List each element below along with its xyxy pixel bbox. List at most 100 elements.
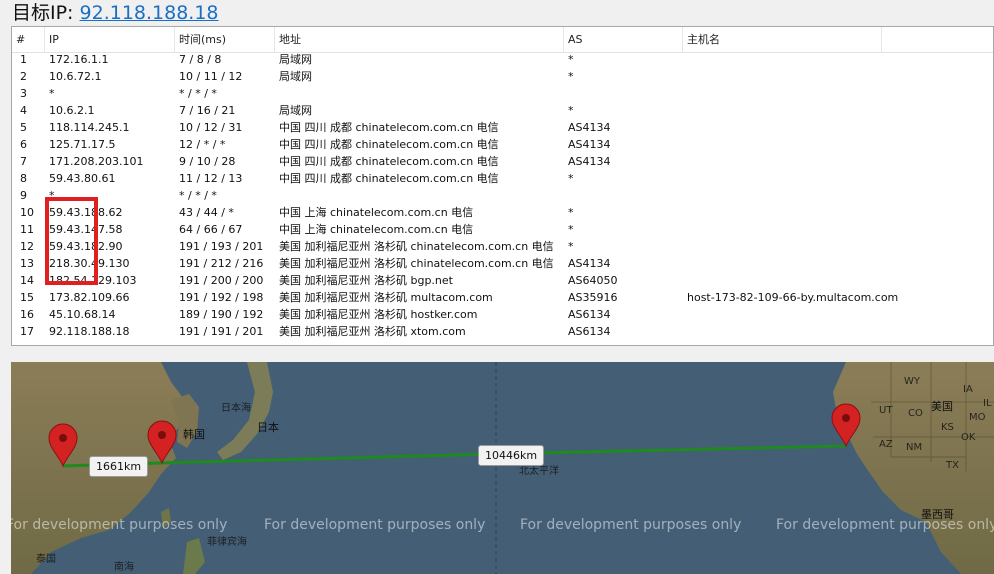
cell-time: 191 / 191 / 201 <box>179 325 264 338</box>
cell-ip: 171.208.203.101 <box>49 155 144 168</box>
cell-index: 2 <box>20 70 27 83</box>
cell-as: * <box>568 53 574 66</box>
table-row[interactable]: 14 182.54.129.103 191 / 200 / 200 美国 加利福尼亚州… <box>12 272 993 289</box>
cell-time: * / * / * <box>179 189 217 202</box>
cell-time: 11 / 12 / 13 <box>179 172 243 185</box>
watermark: For development purposes only <box>11 517 228 533</box>
cell-ip: 59.43.188.62 <box>49 206 123 219</box>
table-row[interactable]: 10 59.43.188.62 43 / 44 / * 中国 上海 chinatele… <box>12 204 993 221</box>
cell-address: 局域网 <box>279 53 312 66</box>
cell-address: 美国 加利福尼亚州 洛杉矶 chinatelecom.com.cn 电信 <box>279 257 554 270</box>
map-label-korea: 韩国 <box>183 428 205 441</box>
cell-ip: 10.6.2.1 <box>49 104 95 117</box>
distance-label-1: 1661km <box>89 456 149 477</box>
table-row[interactable]: 12 59.43.182.90 191 / 193 / 201 美国 加利福尼亚州 洛… <box>12 238 993 255</box>
cell-index: 4 <box>20 104 27 117</box>
cell-address: 中国 四川 成都 chinatelecom.com.cn 电信 <box>279 155 499 168</box>
cell-time: 189 / 190 / 192 <box>179 308 264 321</box>
map-label-state-il: IL <box>983 398 992 409</box>
cell-ip: 172.16.1.1 <box>49 53 109 66</box>
map-label-sea-of-japan: 日本海 <box>221 403 251 414</box>
table-row[interactable]: 5 118.114.245.1 10 / 12 / 31 中国 四川 成都 china… <box>12 119 993 136</box>
table-row[interactable]: 4 10.6.2.1 7 / 16 / 21 局域网 * <box>12 102 993 119</box>
cell-index: 7 <box>20 155 27 168</box>
cell-hostname: host-173-82-109-66-by.multacom.com <box>687 291 899 304</box>
cell-address: 中国 四川 成都 chinatelecom.com.cn 电信 <box>279 138 499 151</box>
table-row[interactable]: 16 45.10.68.14 189 / 190 / 192 美国 加利福尼亚州 洛杉… <box>12 306 993 323</box>
target-ip-link[interactable]: 92.118.188.18 <box>80 2 219 24</box>
column-header-address[interactable]: 地址 <box>275 27 564 52</box>
route-map[interactable]: 韩国 日本 日本海 北太平洋 美国 墨西哥 泰国 南海 菲律宾海 WY UT C… <box>11 362 994 574</box>
cell-ip: * <box>49 189 55 202</box>
cell-address: 美国 加利福尼亚州 洛杉矶 bgp.net <box>279 274 453 287</box>
cell-as: AS4134 <box>568 121 611 134</box>
table-row[interactable]: 11 59.43.147.58 64 / 66 / 67 中国 上海 chinatel… <box>12 221 993 238</box>
cell-index: 12 <box>20 240 34 253</box>
cell-address: 局域网 <box>279 104 312 117</box>
cell-index: 1 <box>20 53 27 66</box>
cell-ip: 59.43.147.58 <box>49 223 123 236</box>
cell-ip: 218.30.49.130 <box>49 257 130 270</box>
column-header-index[interactable]: # <box>12 27 45 52</box>
table-row[interactable]: 15 173.82.109.66 191 / 192 / 198 美国 加利福尼亚州 … <box>12 289 993 306</box>
table-row[interactable]: 17 92.118.188.18 191 / 191 / 201 美国 加利福尼亚州 … <box>12 323 993 340</box>
cell-time: 191 / 193 / 201 <box>179 240 264 253</box>
cell-time: 191 / 212 / 216 <box>179 257 264 270</box>
cell-address: 中国 四川 成都 chinatelecom.com.cn 电信 <box>279 172 499 185</box>
cell-address: 美国 加利福尼亚州 洛杉矶 xtom.com <box>279 325 466 338</box>
cell-as: AS4134 <box>568 257 611 270</box>
map-label-south-china-sea: 南海 <box>114 562 134 573</box>
cell-ip: 173.82.109.66 <box>49 291 130 304</box>
map-label-state-mo: MO <box>969 412 986 423</box>
table-row[interactable]: 7 171.208.203.101 9 / 10 / 28 中国 四川 成都 chin… <box>12 153 993 170</box>
column-header-ip[interactable]: IP <box>45 27 175 52</box>
column-header-time[interactable]: 时间(ms) <box>175 27 275 52</box>
table-row[interactable]: 3 * * / * / * <box>12 85 993 102</box>
column-header-as[interactable]: AS <box>564 27 683 52</box>
traceroute-table: # IP 时间(ms) 地址 AS 主机名 1 172.16.1.1 7 / 8 /… <box>11 26 994 346</box>
table-row[interactable]: 13 218.30.49.130 191 / 212 / 216 美国 加利福尼亚州 … <box>12 255 993 272</box>
table-row[interactable]: 9 * * / * / * <box>12 187 993 204</box>
table-row[interactable]: 2 10.6.72.1 10 / 11 / 12 局域网 * <box>12 68 993 85</box>
cell-ip: 59.43.182.90 <box>49 240 123 253</box>
cell-ip: 118.114.245.1 <box>49 121 130 134</box>
target-ip-title: 目标IP: 92.118.188.18 <box>12 2 219 24</box>
cell-as: AS6134 <box>568 325 611 338</box>
cell-as: * <box>568 206 574 219</box>
cell-index: 6 <box>20 138 27 151</box>
cell-time: 64 / 66 / 67 <box>179 223 243 236</box>
cell-address: 局域网 <box>279 70 312 83</box>
table-row[interactable]: 8 59.43.80.61 11 / 12 / 13 中国 四川 成都 chinate… <box>12 170 993 187</box>
cell-address: 中国 上海 chinatelecom.com.cn 电信 <box>279 206 474 219</box>
cell-address: 中国 四川 成都 chinatelecom.com.cn 电信 <box>279 121 499 134</box>
map-label-japan: 日本 <box>257 421 279 434</box>
cell-as: AS64050 <box>568 274 618 287</box>
cell-time: 12 / * / * <box>179 138 226 151</box>
distance-label-2: 10446km <box>478 445 545 466</box>
cell-time: 7 / 16 / 21 <box>179 104 236 117</box>
table-row[interactable]: 1 172.16.1.1 7 / 8 / 8 局域网 * <box>12 51 993 68</box>
cell-ip: 125.71.17.5 <box>49 138 116 151</box>
cell-as: * <box>568 104 574 117</box>
cell-index: 8 <box>20 172 27 185</box>
cell-ip: 45.10.68.14 <box>49 308 116 321</box>
cell-index: 5 <box>20 121 27 134</box>
cell-index: 14 <box>20 274 34 287</box>
map-label-state-co: CO <box>908 408 923 419</box>
map-label-state-wy: WY <box>904 376 920 387</box>
map-label-thailand: 泰国 <box>36 554 56 565</box>
cell-as: AS4134 <box>568 155 611 168</box>
cell-ip: 10.6.72.1 <box>49 70 102 83</box>
table-row[interactable]: 6 125.71.17.5 12 / * / * 中国 四川 成都 chinatele… <box>12 136 993 153</box>
cell-index: 15 <box>20 291 34 304</box>
table-header: # IP 时间(ms) 地址 AS 主机名 <box>12 27 993 53</box>
cell-time: 191 / 200 / 200 <box>179 274 264 287</box>
cell-ip: 59.43.80.61 <box>49 172 116 185</box>
cell-index: 11 <box>20 223 34 236</box>
cell-as: * <box>568 172 574 185</box>
map-label-state-tx: TX <box>946 460 959 471</box>
column-header-hostname[interactable]: 主机名 <box>683 27 882 52</box>
map-label-state-ks: KS <box>941 422 954 433</box>
cell-time: * / * / * <box>179 87 217 100</box>
watermark: For development purposes only <box>264 517 486 533</box>
